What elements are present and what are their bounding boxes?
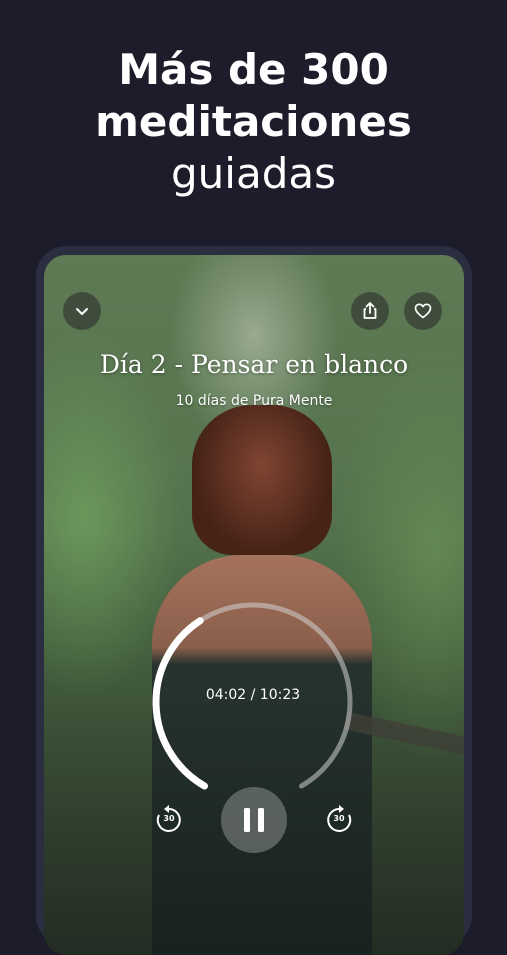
progress-fill (152, 617, 208, 790)
headline-line-2: meditaciones (95, 97, 412, 146)
share-icon (363, 302, 377, 319)
forward-30-button[interactable]: 30 (322, 803, 356, 837)
chevron-down-icon (76, 308, 88, 315)
player-screen: Día 2 - Pensar en blanco 10 días de Pura… (44, 255, 464, 955)
time-display: 04:02 / 10:23 (205, 687, 301, 703)
headline-line-3: guiadas (171, 149, 336, 198)
favorite-button[interactable] (404, 292, 442, 330)
course-name: 10 días de Pura Mente (175, 393, 333, 409)
share-button[interactable] (351, 292, 389, 330)
pause-button[interactable] (221, 787, 287, 853)
pause-icon (244, 808, 264, 832)
rewind-seconds-label: 30 (163, 814, 175, 823)
session-title: Día 2 - Pensar en blanco (99, 350, 409, 379)
forward-seconds-label: 30 (333, 814, 345, 823)
headline-line-1: Más de 300 (118, 45, 389, 94)
promo-headline: Más de 300 meditaciones guiadas (0, 44, 507, 200)
device-frame: Día 2 - Pensar en blanco 10 días de Pura… (36, 246, 472, 955)
collapse-button[interactable] (63, 292, 101, 330)
rewind-30-button[interactable]: 30 (152, 803, 186, 837)
heart-icon (414, 303, 432, 319)
